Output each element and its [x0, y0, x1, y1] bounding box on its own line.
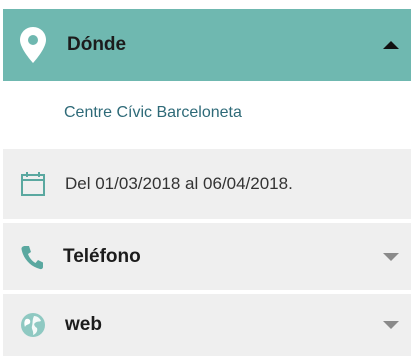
where-title: Dónde: [67, 34, 127, 55]
phone-title: Teléfono: [63, 245, 141, 267]
globe-icon: [20, 312, 46, 338]
phone-section-header[interactable]: Teléfono: [3, 223, 411, 290]
expand-caret-icon[interactable]: [383, 321, 399, 329]
date-range-text: Del 01/03/2018 al 06/04/2018.: [65, 174, 293, 193]
web-section-header[interactable]: web: [3, 294, 411, 356]
web-title: web: [65, 314, 102, 335]
venue-name[interactable]: Centre Cívic Barceloneta: [64, 104, 242, 122]
calendar-icon: [20, 171, 46, 197]
location-pin-icon: [19, 26, 47, 64]
phone-icon: [20, 244, 44, 270]
collapse-caret-icon[interactable]: [383, 41, 399, 49]
where-content: Centre Cívic Barceloneta: [3, 81, 411, 144]
where-section-header[interactable]: Dónde: [3, 9, 411, 81]
expand-caret-icon[interactable]: [383, 252, 399, 261]
dates-row: Del 01/03/2018 al 06/04/2018.: [3, 149, 411, 219]
